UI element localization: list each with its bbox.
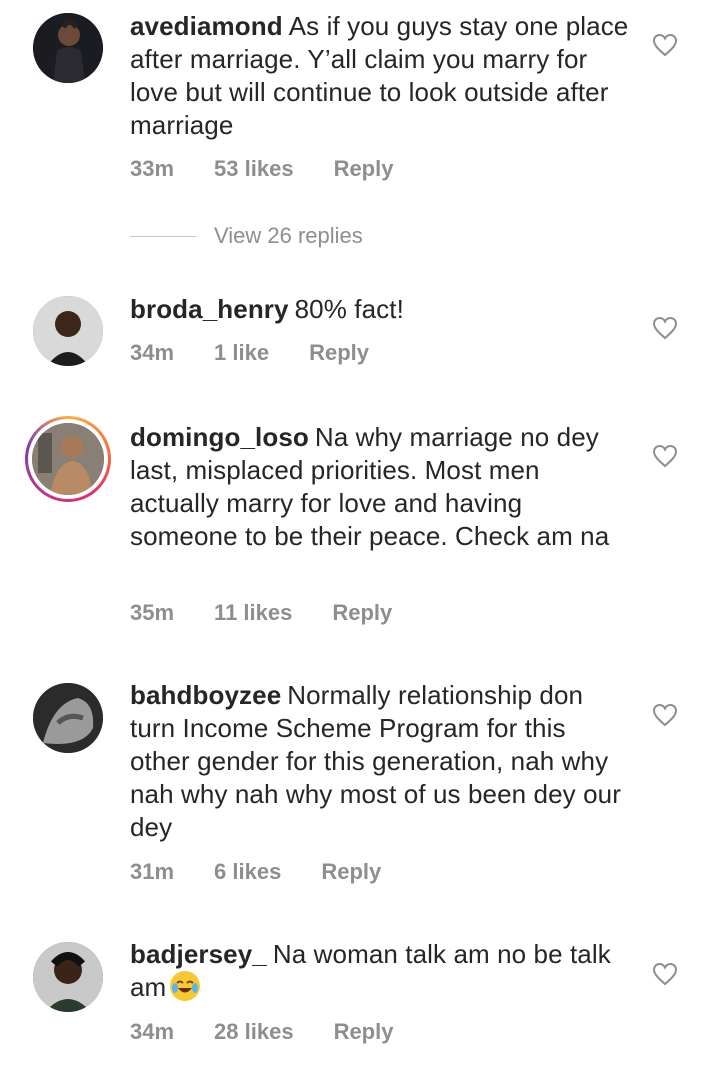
avatar-with-story-ring[interactable]: [25, 416, 111, 502]
timestamp: 34m: [130, 1019, 175, 1044]
likes-count[interactable]: 1 like: [214, 340, 269, 366]
heart-icon[interactable]: [652, 444, 678, 468]
username[interactable]: badjersey_: [130, 939, 267, 969]
avatar-image: [33, 942, 103, 1012]
timestamp: 31m: [130, 859, 175, 884]
likes-count[interactable]: 11 likes: [214, 600, 292, 626]
heart-icon[interactable]: [652, 316, 678, 340]
likes-count[interactable]: 28 likes: [214, 1019, 294, 1045]
avatar[interactable]: [33, 296, 103, 366]
reply-button[interactable]: Reply: [334, 1019, 394, 1045]
avatar[interactable]: [33, 942, 103, 1012]
likes-count[interactable]: 6 likes: [214, 859, 281, 885]
reply-button[interactable]: Reply: [309, 340, 369, 366]
timestamp: 34m: [130, 340, 175, 365]
heart-icon[interactable]: [652, 962, 678, 986]
story-ring-gap: [28, 419, 108, 499]
timestamp: 33m: [130, 156, 175, 181]
comment-text: bahdboyzee Normally relationship don turn…: [130, 679, 630, 844]
reply-button[interactable]: Reply: [334, 156, 394, 182]
username[interactable]: broda_henry: [130, 294, 289, 324]
avatar: [32, 423, 104, 495]
comment-text: avediamond As if you guys stay one place …: [130, 10, 630, 142]
likes-count[interactable]: 53 likes: [214, 156, 294, 182]
heart-icon[interactable]: [652, 703, 678, 727]
comment-text: domingo_loso Na why marriage no dey last,…: [130, 421, 630, 553]
comment-meta: 33m 53 likes Reply: [130, 156, 393, 182]
view-replies-link[interactable]: View 26 replies: [130, 223, 363, 249]
avatar-image: [33, 296, 103, 366]
heart-icon[interactable]: [652, 33, 678, 57]
username[interactable]: avediamond: [130, 11, 283, 41]
username[interactable]: domingo_loso: [130, 422, 309, 452]
reply-button[interactable]: Reply: [321, 859, 381, 885]
divider: [130, 235, 196, 237]
comment-meta: 34m 1 like Reply: [130, 340, 369, 366]
username[interactable]: bahdboyzee: [130, 680, 281, 710]
comment-meta: 34m 28 likes Reply: [130, 1019, 393, 1045]
reply-button[interactable]: Reply: [332, 600, 392, 626]
comment-meta: 35m 11 likes Reply: [130, 600, 392, 626]
comment-meta: 31m 6 likes Reply: [130, 859, 381, 885]
comment-text: broda_henry 80% fact!: [130, 293, 630, 326]
avatar[interactable]: [33, 13, 103, 83]
avatar-image: [33, 13, 103, 83]
comment-body: 80% fact!: [294, 294, 404, 324]
avatar[interactable]: [33, 683, 103, 753]
laughing-emoji-icon: [170, 971, 201, 1001]
comment-text: badjersey_ Na woman talk am no be talk am: [130, 938, 630, 1004]
avatar-image: [33, 683, 103, 753]
timestamp: 35m: [130, 600, 175, 625]
avatar-image: [32, 423, 104, 495]
view-replies-label: View 26 replies: [214, 223, 363, 248]
